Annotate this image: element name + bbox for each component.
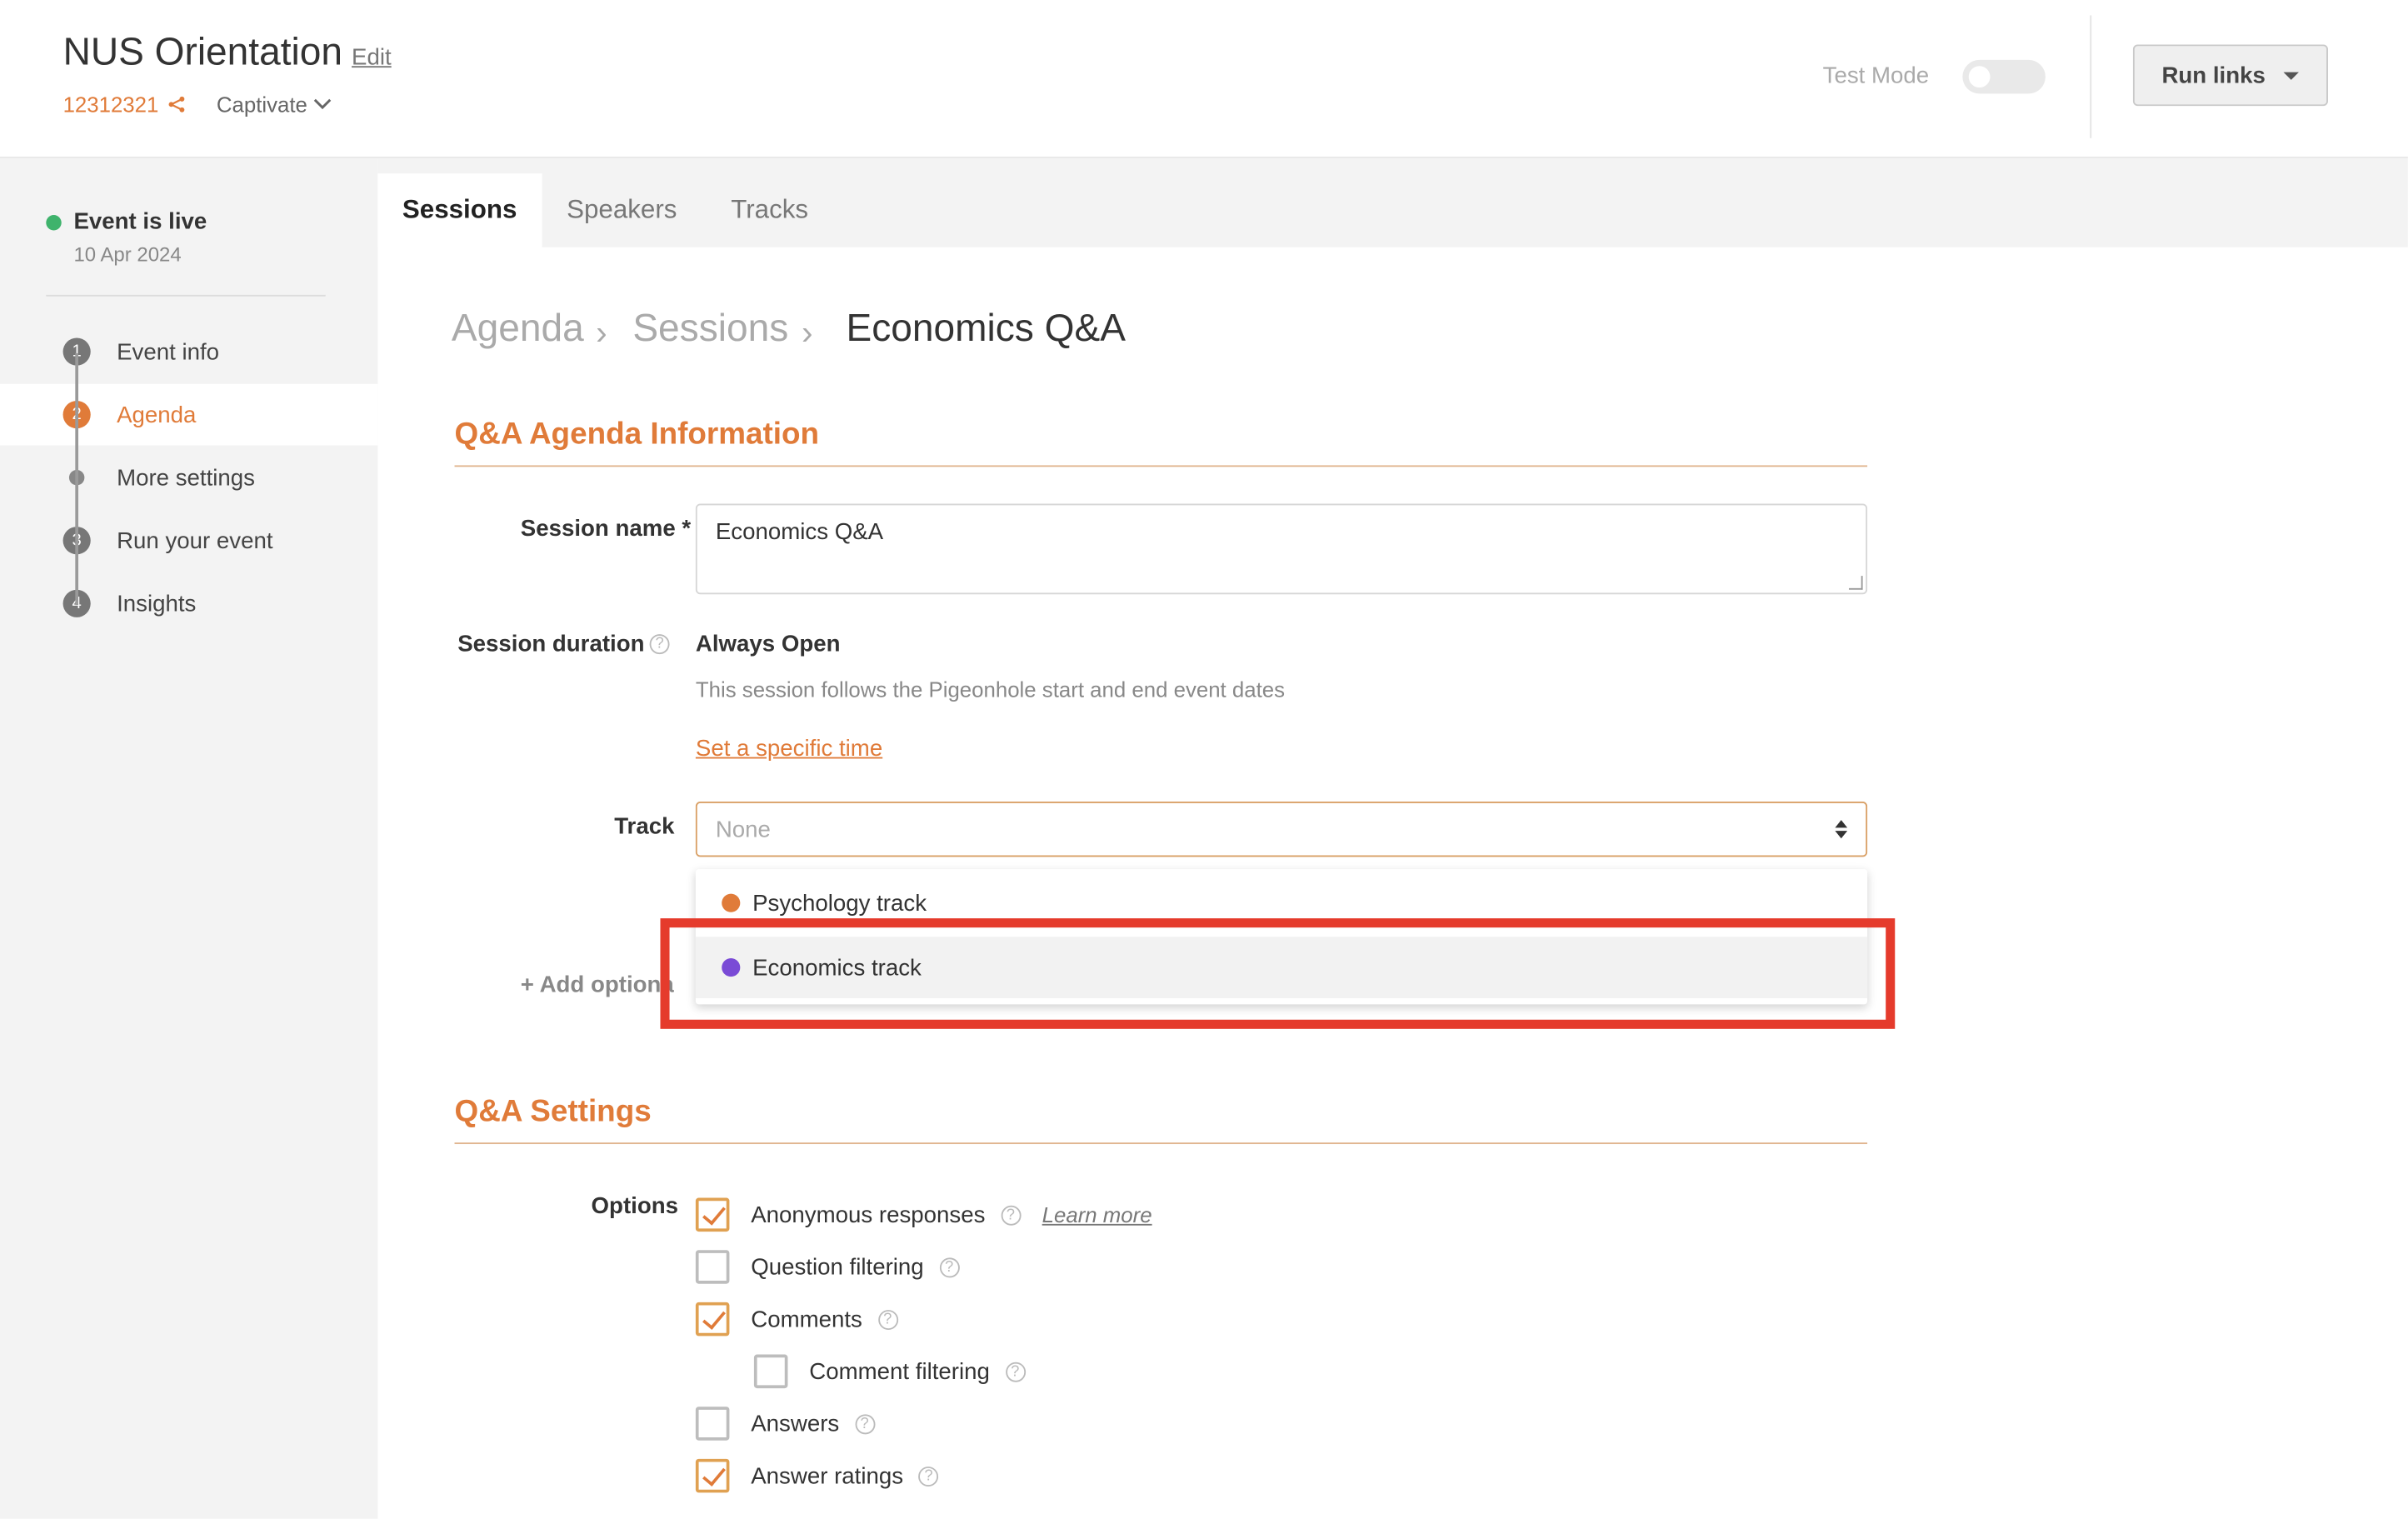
option-label: Answers — [751, 1410, 840, 1437]
option-label: Comments — [751, 1306, 862, 1332]
sidebar-item-label: Insights — [117, 590, 197, 617]
live-status-dot — [46, 214, 62, 230]
help-icon[interactable]: ? — [877, 1309, 898, 1330]
option-question-filtering[interactable]: Question filtering ? — [695, 1250, 960, 1284]
tab-tracks[interactable]: Tracks — [731, 173, 808, 247]
checkbox-unchecked[interactable] — [695, 1407, 730, 1441]
step-connector-line — [75, 352, 78, 606]
duration-description: This session follows the Pigeonhole star… — [695, 677, 1286, 702]
option-anonymous-responses[interactable]: Anonymous responses ? Learn more — [695, 1197, 1152, 1232]
set-specific-time-link[interactable]: Set a specific time — [696, 736, 882, 762]
breadcrumb-sessions[interactable]: Sessions — [632, 307, 788, 352]
section-rule — [454, 465, 1868, 467]
session-duration-label: Session duration — [457, 631, 645, 657]
option-label: Answer ratings — [751, 1462, 904, 1489]
share-icon — [169, 96, 185, 112]
top-header: NUS Orientation Edit 12312321 Captivate … — [0, 0, 2408, 158]
test-mode-toggle[interactable] — [1962, 59, 2046, 94]
track-color-dot — [722, 893, 741, 912]
section-title-info: Q&A Agenda Information — [454, 417, 820, 452]
sidebar-item-label: Run your event — [117, 527, 273, 554]
checkbox-checked[interactable] — [695, 1302, 730, 1337]
run-links-button[interactable]: Run links — [2132, 44, 2328, 107]
option-comments[interactable]: Comments ? — [695, 1302, 898, 1337]
event-status: Event is live — [46, 209, 207, 235]
sidebar-item-run-your-event[interactable]: 3 Run your event — [0, 510, 377, 572]
add-optional-link[interactable]: + Add optional — [521, 972, 674, 998]
sidebar-item-more-settings[interactable]: More settings — [0, 447, 377, 508]
track-label: Track — [614, 813, 675, 841]
product-name: Captivate — [216, 92, 307, 117]
event-code-text: 12312321 — [62, 92, 159, 117]
session-name-value: Economics Q&A — [715, 518, 884, 546]
chevron-down-icon — [314, 98, 332, 110]
app-root: NUS Orientation Edit 12312321 Captivate … — [0, 0, 2408, 1519]
checkbox-checked[interactable] — [695, 1458, 730, 1493]
option-answers[interactable]: Answers ? — [695, 1407, 875, 1441]
session-name-label: Session name * — [520, 516, 692, 542]
select-arrows-icon — [1835, 820, 1848, 839]
breadcrumb-current: Economics Q&A — [846, 307, 1126, 351]
track-select[interactable]: None — [695, 802, 1868, 857]
options-label: Options — [591, 1193, 679, 1220]
section-rule — [454, 1142, 1868, 1145]
sidebar-item-insights[interactable]: 4 Insights — [0, 572, 377, 634]
tab-speakers[interactable]: Speakers — [567, 173, 677, 247]
option-answer-ratings[interactable]: Answer ratings ? — [695, 1458, 939, 1493]
option-label: Anonymous responses — [751, 1202, 986, 1228]
session-name-input[interactable]: Economics Q&A — [695, 503, 1868, 595]
track-select-placeholder: None — [715, 816, 771, 842]
option-label: Question filtering — [751, 1253, 924, 1281]
help-icon[interactable]: ? — [1005, 1361, 1026, 1382]
option-comment-filtering[interactable]: Comment filtering ? — [753, 1354, 1026, 1389]
event-date: 10 Apr 2024 — [73, 242, 182, 266]
option-label: Comment filtering — [809, 1358, 990, 1385]
breadcrumb-agenda[interactable]: Agenda — [452, 307, 584, 352]
section-title-settings: Q&A Settings — [454, 1095, 652, 1129]
help-icon[interactable]: ? — [1000, 1204, 1021, 1225]
help-icon[interactable]: ? — [939, 1257, 960, 1277]
event-code[interactable]: 12312321 — [63, 92, 187, 117]
resize-handle-icon[interactable] — [1848, 576, 1863, 590]
sidebar-item-label: Event info — [117, 338, 220, 365]
sidebar-item-label: Agenda — [117, 401, 197, 428]
checkbox-unchecked[interactable] — [695, 1250, 730, 1284]
checkbox-unchecked[interactable] — [753, 1354, 788, 1389]
sidebar-divider — [46, 294, 326, 297]
annotation-highlight-box — [660, 918, 1896, 1029]
help-icon[interactable]: ? — [649, 634, 670, 655]
learn-more-link[interactable]: Learn more — [1042, 1202, 1152, 1227]
tab-sessions[interactable]: Sessions — [377, 173, 542, 247]
sidebar-item-event-info[interactable]: 1 Event info — [0, 321, 377, 382]
sidebar-item-agenda[interactable]: 2 Agenda — [0, 383, 378, 446]
test-mode-label: Test Mode — [1822, 62, 1930, 89]
edit-title-link[interactable]: Edit — [352, 44, 392, 70]
sidebar-item-label: More settings — [117, 464, 256, 491]
track-option-label: Psychology track — [752, 890, 927, 917]
run-links-label: Run links — [2161, 62, 2266, 88]
toggle-knob — [1968, 66, 1991, 88]
caret-down-icon — [2284, 71, 2300, 79]
event-status-text: Event is live — [73, 208, 207, 235]
breadcrumb-chevron-icon: › — [802, 312, 813, 352]
product-switcher[interactable]: Captivate — [217, 92, 332, 117]
header-divider — [2090, 15, 2092, 138]
help-icon[interactable]: ? — [918, 1466, 939, 1487]
checkbox-checked[interactable] — [695, 1197, 730, 1232]
breadcrumb-chevron-icon: › — [596, 312, 607, 352]
duration-value: Always Open — [695, 631, 841, 657]
event-title: NUS Orientation — [62, 30, 343, 74]
help-icon[interactable]: ? — [854, 1413, 875, 1434]
tab-bar — [377, 157, 2408, 247]
